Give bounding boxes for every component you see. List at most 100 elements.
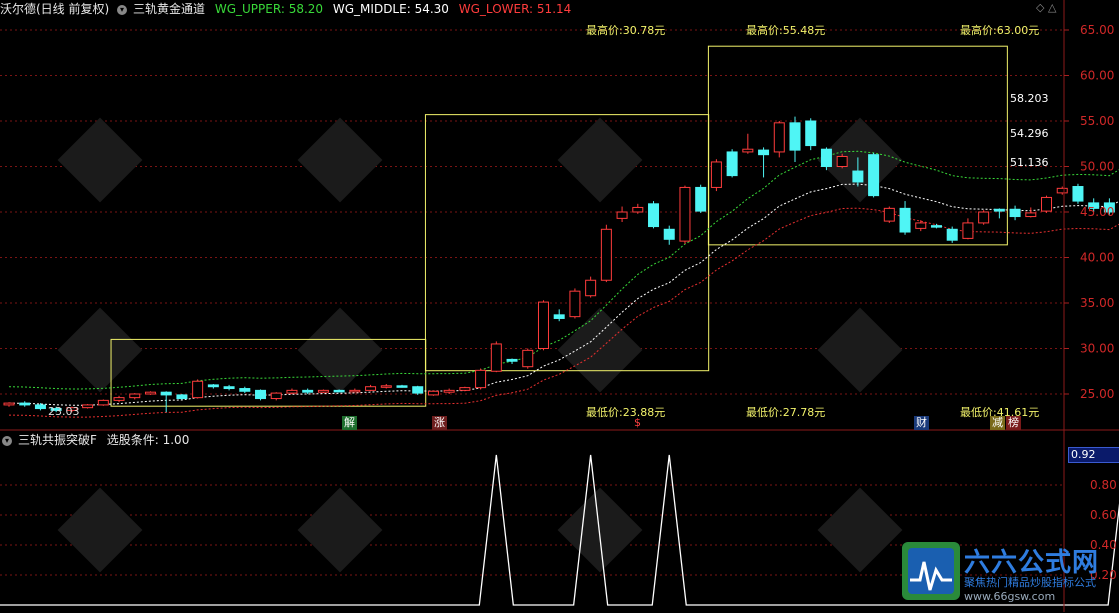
candle-body — [600, 228, 612, 281]
high-label-3: 最高价:63.00元 — [960, 24, 1040, 37]
event-tag-rise[interactable]: 涨 — [432, 416, 447, 430]
candle-body — [820, 148, 832, 168]
logo-url: www.66gsw.com — [964, 590, 1056, 603]
candle-body — [207, 384, 219, 388]
candle-body — [679, 186, 691, 242]
diamond-icon[interactable]: ◇ — [1036, 1, 1044, 14]
watermark-diamond — [557, 307, 643, 393]
candle-body — [176, 394, 188, 400]
candle-body — [396, 385, 408, 388]
osc-axis-label: 0.60 — [1090, 508, 1117, 522]
condition-label: 选股条件: 1.00 — [106, 433, 190, 447]
high-label-1: 最高价:30.78元 — [586, 24, 666, 37]
indicator-name[interactable]: 三轨黄金通道 — [133, 2, 205, 16]
candle-body — [648, 203, 660, 228]
middle-label: WG_MIDDLE: 54.30 — [332, 2, 449, 16]
event-tag-rank[interactable]: 榜 — [1006, 416, 1021, 430]
candle-body — [742, 148, 754, 153]
chevron-down-icon[interactable]: ▾ — [117, 4, 128, 15]
candle-body — [537, 301, 549, 349]
axis-label: 45.00 — [1080, 205, 1114, 219]
candle-body — [302, 389, 314, 393]
osc-axis-label: 0.80 — [1090, 478, 1117, 492]
candle-body — [1041, 196, 1053, 212]
osc-name[interactable]: 三轨共振突破F — [18, 433, 97, 447]
event-tag-unlock[interactable]: 解 — [342, 416, 357, 430]
candle-body — [930, 225, 942, 228]
candle-body — [412, 386, 424, 394]
candle-body — [852, 170, 864, 183]
candle-body — [349, 389, 361, 393]
candle-body — [695, 186, 707, 212]
min-price-label: 23.03 — [48, 405, 80, 418]
watermarks — [57, 117, 903, 573]
candle-body — [255, 389, 267, 400]
candle-body — [1025, 212, 1037, 218]
event-tag-dollar[interactable]: $ — [632, 416, 643, 430]
osc-header: ▾ 三轨共振突破F 选股条件: 1.00 — [0, 431, 195, 449]
candle-body — [632, 206, 644, 213]
watermark-diamond — [557, 117, 643, 203]
candle-body — [459, 387, 471, 391]
candle-body — [3, 402, 15, 406]
watermark-diamond — [297, 307, 383, 393]
candle-body — [19, 402, 31, 406]
stock-name[interactable]: 沃尔德(日线 前复权) — [0, 2, 109, 16]
candle-body — [758, 149, 770, 156]
candle-body — [506, 358, 518, 362]
candle-body — [490, 343, 502, 372]
candle-body — [239, 388, 251, 392]
event-tag-reduce[interactable]: 减 — [990, 416, 1005, 430]
candle-body — [223, 386, 235, 390]
candle-body — [1072, 186, 1084, 202]
candle-body — [97, 399, 109, 406]
candle-body — [993, 208, 1005, 212]
main-header: 沃尔德(日线 前复权) ▾ 三轨黄金通道 WG_UPPER: 58.20 WG_M… — [0, 0, 577, 18]
middle-last-value: 54.296 — [1010, 127, 1049, 140]
candle-body — [1009, 208, 1021, 218]
watermark-diamond — [57, 307, 143, 393]
candle-body — [286, 389, 298, 394]
candle-body — [962, 222, 974, 239]
candlesticks[interactable] — [3, 48, 1119, 413]
triangle-up-icon[interactable]: △ — [1048, 1, 1056, 14]
candle-body — [883, 207, 895, 222]
axis-label: 60.00 — [1080, 69, 1114, 83]
candle-body — [333, 389, 345, 393]
low-label-1: 最低价:23.88元 — [586, 406, 666, 419]
upper-label: WG_UPPER: 58.20 — [214, 2, 324, 16]
axis-label: 50.00 — [1080, 160, 1114, 174]
watermark-diamond — [297, 487, 383, 573]
lower-label: WG_LOWER: 51.14 — [458, 2, 572, 16]
candle-body — [475, 369, 487, 389]
candle-body — [585, 279, 597, 297]
candle-body — [1056, 187, 1068, 194]
lower-last-value: 51.136 — [1010, 156, 1049, 169]
stock-chart[interactable]: 65.00 60.00 55.00 50.00 45.00 40.00 35.00 30.00… — [0, 0, 1119, 612]
axis-label: 25.00 — [1080, 387, 1114, 401]
lower-band — [8, 207, 1119, 418]
high-label-2: 最高价:55.48元 — [746, 24, 826, 37]
candle-body — [317, 389, 329, 393]
candle-body — [365, 386, 377, 391]
candle-body — [805, 120, 817, 147]
event-tag-finance[interactable]: 财 — [914, 416, 929, 430]
logo-slogan: 聚焦热门精品炒股指标公式 — [964, 576, 1096, 589]
candle-body — [773, 122, 785, 153]
watermark-diamond — [57, 117, 143, 203]
window-controls[interactable]: ◇ △ — [1036, 1, 1056, 14]
candle-body — [443, 389, 455, 393]
candle-body — [868, 154, 880, 197]
candle-body — [553, 314, 565, 319]
candle-body — [663, 228, 675, 240]
candle-body — [569, 290, 581, 318]
candle-body — [144, 391, 156, 395]
axis-label: 65.00 — [1080, 23, 1114, 37]
low-label-2: 最低价:27.78元 — [746, 406, 826, 419]
candle-body — [789, 122, 801, 151]
candle-body — [726, 151, 738, 177]
chevron-down-icon[interactable]: ▾ — [2, 435, 12, 446]
price-grid — [0, 29, 1064, 576]
candle-body — [380, 385, 392, 388]
axis-label: 35.00 — [1080, 296, 1114, 310]
